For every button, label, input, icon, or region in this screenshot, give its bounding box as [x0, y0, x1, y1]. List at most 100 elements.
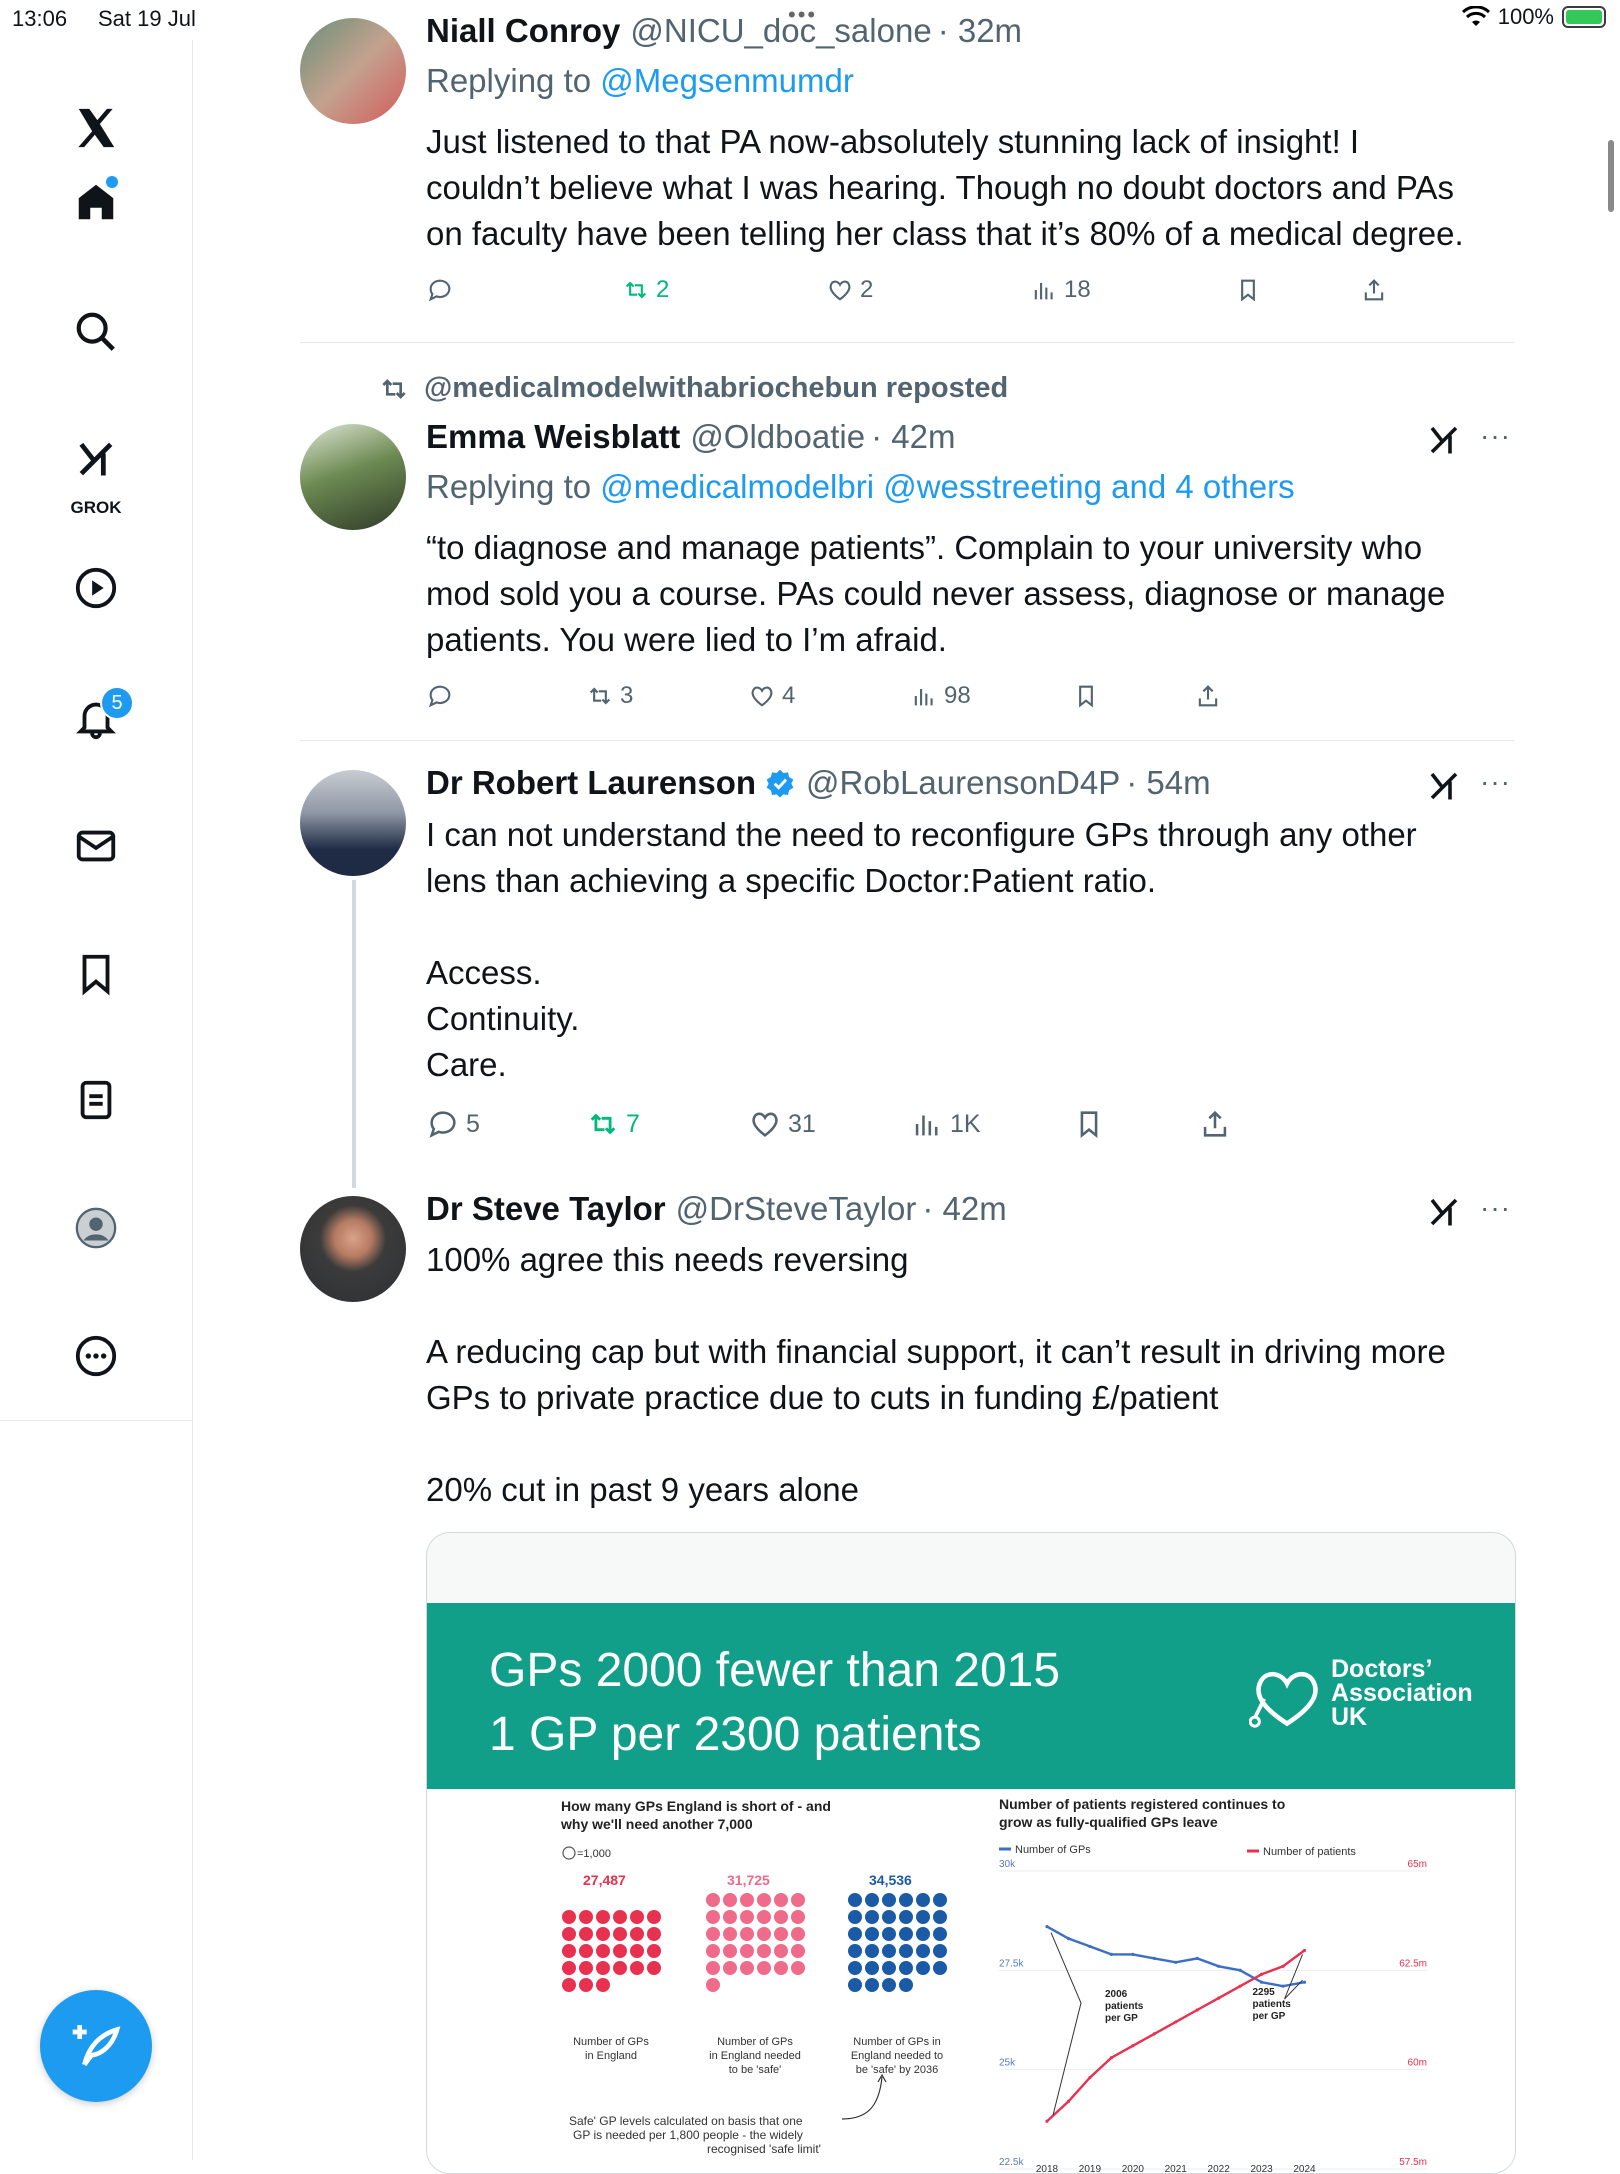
gp-dot [882, 1944, 896, 1958]
series-point [1152, 1956, 1156, 1960]
tweet-time[interactable]: · 42m [871, 418, 955, 456]
series-point [1045, 1924, 1049, 1929]
gp-dot [706, 1961, 720, 1975]
author-handle[interactable]: @Oldboatie [690, 418, 865, 456]
view-count: 1K [950, 1109, 981, 1138]
grok-icon[interactable] [1426, 1194, 1462, 1230]
reply-button[interactable] [426, 270, 454, 310]
repost-button[interactable]: 7 [586, 1104, 640, 1144]
tweet-actions: 2 2 18 [426, 270, 1426, 310]
lists-icon[interactable] [58, 1062, 134, 1138]
more-icon[interactable]: ··· [1480, 420, 1511, 452]
tweet-time[interactable]: · 32m [938, 12, 1022, 50]
views-button[interactable]: 1K [910, 1104, 981, 1144]
like-button[interactable]: 4 [748, 676, 795, 716]
search-icon[interactable] [58, 294, 134, 370]
tweet-time[interactable]: · 42m [922, 1190, 1006, 1228]
author-handle[interactable]: @DrSteveTaylor [676, 1190, 917, 1228]
repost-button[interactable]: 3 [586, 676, 633, 716]
group-value: 34,536 [869, 1872, 912, 1888]
series-point [1302, 1980, 1307, 1984]
notifications-icon[interactable]: 5 [58, 680, 134, 756]
group-label: Number of GPs in [853, 2036, 940, 2048]
status-time: 13:06 [12, 6, 68, 31]
series-point [1131, 2044, 1135, 2048]
share-button[interactable] [1360, 270, 1388, 310]
scrollbar[interactable] [1608, 140, 1614, 212]
replying-to-link[interactable]: @Megsenmumdr [600, 62, 854, 99]
like-button[interactable]: 31 [748, 1104, 816, 1144]
share-button[interactable] [1194, 676, 1222, 716]
author-name[interactable]: Niall Conroy [426, 12, 620, 50]
bookmark-button[interactable] [1072, 1104, 1106, 1144]
home-icon[interactable] [58, 164, 134, 240]
author-name[interactable]: Dr Robert Laurenson [426, 764, 756, 802]
gp-dot [899, 1927, 913, 1941]
more-options-icon[interactable] [58, 1318, 134, 1394]
group-label: England needed to [851, 2050, 943, 2062]
gp-dot [848, 1893, 862, 1907]
media-card[interactable]: GPs 2000 fewer than 2015 1 GP per 2300 p… [426, 1532, 1516, 2174]
author-name[interactable]: Dr Steve Taylor [426, 1190, 666, 1228]
series-point [1131, 1952, 1135, 1956]
gp-dot [706, 1944, 720, 1958]
tweet-time[interactable]: · 54m [1126, 764, 1210, 802]
footnote-line-2: GP is needed per 1,800 people - the wide… [573, 2128, 803, 2142]
tweet-text: I can not understand the need to reconfi… [426, 816, 1417, 1083]
bookmarks-icon[interactable] [58, 936, 134, 1012]
author-handle[interactable]: @NICU_doc_salone [630, 12, 931, 50]
view-count: 98 [944, 682, 971, 709]
legend-unit-icon [562, 1846, 576, 1860]
views-button[interactable]: 18 [1030, 270, 1091, 310]
gp-dot [933, 1927, 947, 1941]
gp-dot [865, 1893, 879, 1907]
series-point [1152, 2032, 1156, 2036]
messages-icon[interactable] [58, 808, 134, 884]
like-button[interactable]: 2 [826, 270, 873, 310]
series-point [1238, 1968, 1242, 1972]
avatar[interactable] [300, 18, 406, 124]
bookmark-button[interactable] [1072, 676, 1100, 716]
grok-icon[interactable] [1426, 422, 1462, 458]
reposted-by[interactable]: @medicalmodelwithabriochebun reposted [424, 372, 1008, 405]
gp-dot [579, 1910, 593, 1924]
x-logo-icon[interactable] [58, 90, 134, 166]
share-button[interactable] [1198, 1104, 1232, 1144]
avatar[interactable] [300, 1196, 406, 1302]
gp-dot [757, 1893, 771, 1907]
tweet-actions: 5 7 31 1K [426, 1104, 1246, 1144]
reply-button[interactable]: 5 [426, 1104, 480, 1144]
grok-nav[interactable]: GROK [58, 424, 134, 517]
gp-dot [596, 1944, 610, 1958]
avatar[interactable] [300, 424, 406, 530]
compose-button[interactable] [40, 1990, 152, 2102]
profile-avatar-icon[interactable] [58, 1190, 134, 1266]
more-icon[interactable]: ··· [1480, 766, 1511, 798]
gp-dot [865, 1910, 879, 1924]
series-point [1088, 1944, 1092, 1949]
reply-button[interactable] [426, 676, 454, 716]
gp-dot [791, 1927, 805, 1941]
gp-dot [899, 1961, 913, 1975]
bookmark-button[interactable] [1234, 270, 1262, 310]
video-icon[interactable] [58, 550, 134, 626]
more-icon[interactable]: ··· [1480, 1192, 1511, 1224]
repost-icon [589, 687, 611, 705]
gp-dot [723, 1893, 737, 1907]
author-name[interactable]: Emma Weisblatt [426, 418, 680, 456]
repost-button[interactable]: 2 [622, 270, 669, 310]
heart-icon [829, 280, 851, 301]
grok-icon[interactable] [1426, 768, 1462, 804]
gp-dot [647, 1927, 661, 1941]
status-date: Sat 19 Jul [98, 6, 196, 31]
gp-dot [774, 1944, 788, 1958]
share-icon [1203, 1110, 1227, 1137]
repost-indicator: @medicalmodelwithabriochebun reposted [378, 372, 1008, 405]
author-handle[interactable]: @RobLaurensonD4P [806, 764, 1120, 802]
avatar[interactable] [300, 770, 406, 876]
gp-dot [774, 1927, 788, 1941]
gp-dot [791, 1961, 805, 1975]
gp-dot [865, 1927, 879, 1941]
views-button[interactable]: 98 [910, 676, 971, 716]
replying-to-link[interactable]: @medicalmodelbri @wesstreeting and 4 oth… [600, 468, 1294, 505]
